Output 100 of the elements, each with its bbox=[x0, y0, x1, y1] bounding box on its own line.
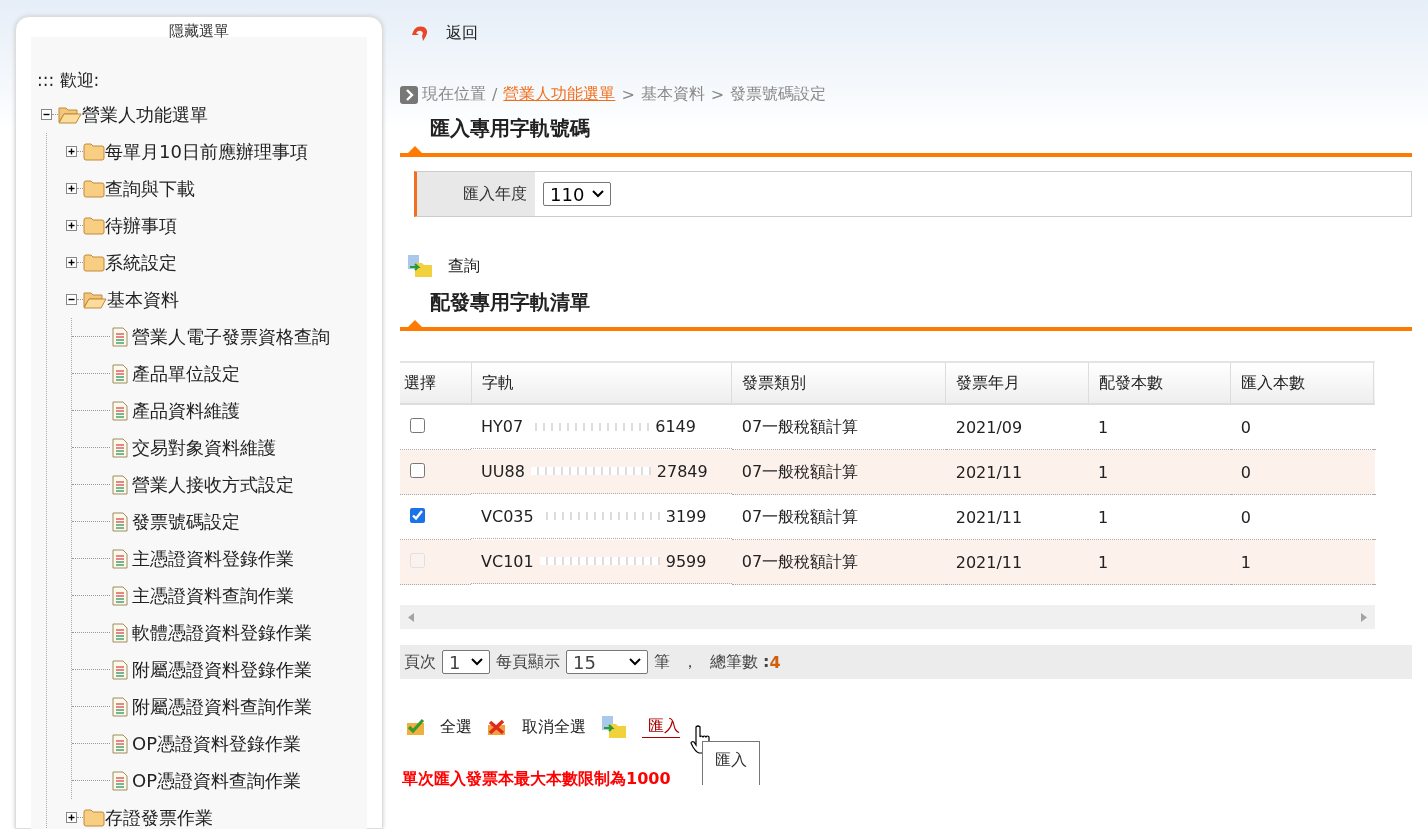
back-link[interactable]: 返回 bbox=[446, 22, 478, 44]
column-header: 字軌 bbox=[471, 363, 732, 404]
section-title: 匯入專用字軌號碼 bbox=[429, 115, 591, 142]
collapse-icon[interactable] bbox=[66, 294, 77, 305]
table-cell: 1 bbox=[1098, 507, 1109, 527]
menu-item[interactable]: 主憑證資料查詢作業 bbox=[132, 583, 294, 608]
action-button[interactable]: 匯入 bbox=[642, 716, 680, 738]
table-cell: 2021/11 bbox=[955, 462, 1023, 482]
breadcrumb-separator: > bbox=[710, 85, 725, 104]
expand-icon[interactable] bbox=[66, 146, 77, 157]
document-icon bbox=[112, 511, 128, 532]
folder-icon bbox=[83, 808, 105, 827]
pager-label: 筆 bbox=[654, 651, 670, 673]
back-arrow-icon[interactable] bbox=[410, 24, 430, 42]
pager-label: 頁次 bbox=[404, 651, 436, 673]
collapse-icon[interactable] bbox=[41, 109, 52, 120]
table-cell: 2021/11 bbox=[955, 507, 1023, 527]
menu-item[interactable]: 附屬憑證資料登錄作業 bbox=[132, 657, 312, 682]
checkmark-icon[interactable] bbox=[406, 718, 426, 736]
chevron-right-icon bbox=[400, 85, 418, 104]
document-icon bbox=[112, 363, 128, 384]
breadcrumb-separator: > bbox=[621, 85, 635, 104]
breadcrumb-separator: / bbox=[492, 85, 498, 104]
table-cell: 07一般稅額計算 bbox=[741, 506, 859, 526]
open-folder-icon bbox=[83, 290, 107, 309]
document-icon bbox=[112, 400, 128, 421]
action-button[interactable]: 取消全選 bbox=[522, 716, 586, 738]
document-icon bbox=[112, 659, 128, 680]
query-button[interactable]: 查詢 bbox=[448, 255, 480, 277]
document-icon bbox=[112, 622, 128, 643]
cross-icon[interactable] bbox=[486, 718, 508, 736]
track-code-text: 9599 bbox=[665, 551, 707, 571]
folder-icon bbox=[83, 179, 105, 198]
folder-icon bbox=[83, 142, 105, 161]
column-header: 發票年月 bbox=[945, 363, 1089, 404]
document-icon bbox=[112, 474, 128, 495]
menu-item[interactable]: OP憑證資料登錄作業 bbox=[132, 731, 302, 756]
menu-folder[interactable]: 每單月10日前應辦理事項 bbox=[105, 139, 308, 164]
limit-note: 單次匯入發票本最大本數限制為1000 bbox=[401, 769, 672, 790]
table-cell: 07一般稅額計算 bbox=[741, 416, 859, 436]
total-count: 4 bbox=[769, 652, 781, 672]
menu-folder[interactable]: 系統設定 bbox=[105, 250, 177, 275]
import-documents-icon[interactable] bbox=[406, 254, 434, 278]
breadcrumb-label: 現在位置 bbox=[422, 84, 486, 105]
menu-item[interactable]: 產品資料維護 bbox=[132, 398, 240, 423]
tooltip: 匯入 bbox=[702, 741, 760, 785]
field-label: 匯入年度 bbox=[417, 172, 535, 216]
menu-item[interactable]: 主憑證資料登錄作業 bbox=[132, 546, 294, 571]
menu-folder[interactable]: 查詢與下載 bbox=[105, 176, 195, 201]
column-header: 選擇 bbox=[400, 363, 472, 404]
expand-icon[interactable] bbox=[66, 812, 77, 823]
document-icon bbox=[112, 437, 128, 458]
menu-folder[interactable]: 基本資料 bbox=[107, 287, 179, 312]
menu-item[interactable]: 產品單位設定 bbox=[132, 361, 240, 386]
menu-item[interactable]: 軟體憑證資料登錄作業 bbox=[132, 620, 312, 645]
expand-icon[interactable] bbox=[66, 183, 77, 194]
menu-folder[interactable]: 營業人功能選單 bbox=[82, 102, 208, 127]
document-icon bbox=[112, 585, 128, 606]
table-cell: 2021/11 bbox=[955, 552, 1023, 572]
document-icon bbox=[112, 326, 128, 347]
menu-item[interactable]: 發票號碼設定 bbox=[132, 509, 240, 534]
page-size-select[interactable]: 15 bbox=[566, 650, 648, 674]
document-icon bbox=[112, 733, 128, 754]
pager-separator: ， bbox=[682, 651, 698, 673]
expand-icon[interactable] bbox=[66, 220, 77, 231]
folder-icon bbox=[83, 253, 105, 272]
document-icon bbox=[112, 770, 128, 791]
pager-label: 總筆數 : bbox=[710, 651, 770, 673]
menu-item[interactable]: 營業人電子發票資格查詢 bbox=[132, 324, 330, 349]
action-button[interactable]: 全選 bbox=[440, 716, 472, 738]
document-icon bbox=[112, 696, 128, 717]
table-cell: 1 bbox=[1098, 552, 1109, 572]
table-cell: 1 bbox=[1098, 417, 1109, 437]
year-select[interactable]: 110 bbox=[543, 182, 612, 206]
row-checkbox[interactable] bbox=[410, 417, 425, 433]
menu-item[interactable]: OP憑證資料查詢作業 bbox=[132, 768, 302, 793]
open-folder-icon bbox=[58, 105, 82, 124]
row-checkbox[interactable] bbox=[410, 507, 425, 523]
track-code-text: 6149 bbox=[655, 417, 696, 436]
menu-item[interactable]: 交易對象資料維護 bbox=[132, 435, 276, 460]
expand-icon[interactable] bbox=[66, 257, 77, 268]
hide-menu-toggle[interactable]: 隱藏選單 bbox=[31, 17, 367, 37]
table-cell: 2021/09 bbox=[955, 417, 1023, 437]
page-select[interactable]: 1 bbox=[442, 650, 490, 674]
menu-folder[interactable]: 待辦事項 bbox=[105, 213, 177, 238]
column-header: 配發本數 bbox=[1088, 363, 1231, 404]
table-cell: 0 bbox=[1240, 462, 1251, 482]
track-code-text: UU88 bbox=[481, 461, 525, 481]
menu-item[interactable]: 營業人接收方式設定 bbox=[132, 472, 294, 497]
track-code-text: 3199 bbox=[665, 506, 707, 526]
column-header: 匯入本數 bbox=[1230, 363, 1374, 404]
menu-folder[interactable]: 存證發票作業 bbox=[105, 805, 213, 829]
folder-icon bbox=[83, 216, 105, 235]
import-documents-icon[interactable] bbox=[600, 715, 628, 739]
track-code-text: HY07 bbox=[481, 417, 524, 436]
table-cell: 0 bbox=[1240, 417, 1251, 437]
table-cell: 1 bbox=[1098, 462, 1109, 482]
breadcrumb-item: 發票號碼設定 bbox=[730, 84, 827, 105]
row-checkbox[interactable] bbox=[410, 462, 425, 478]
menu-item[interactable]: 附屬憑證資料查詢作業 bbox=[132, 694, 312, 719]
